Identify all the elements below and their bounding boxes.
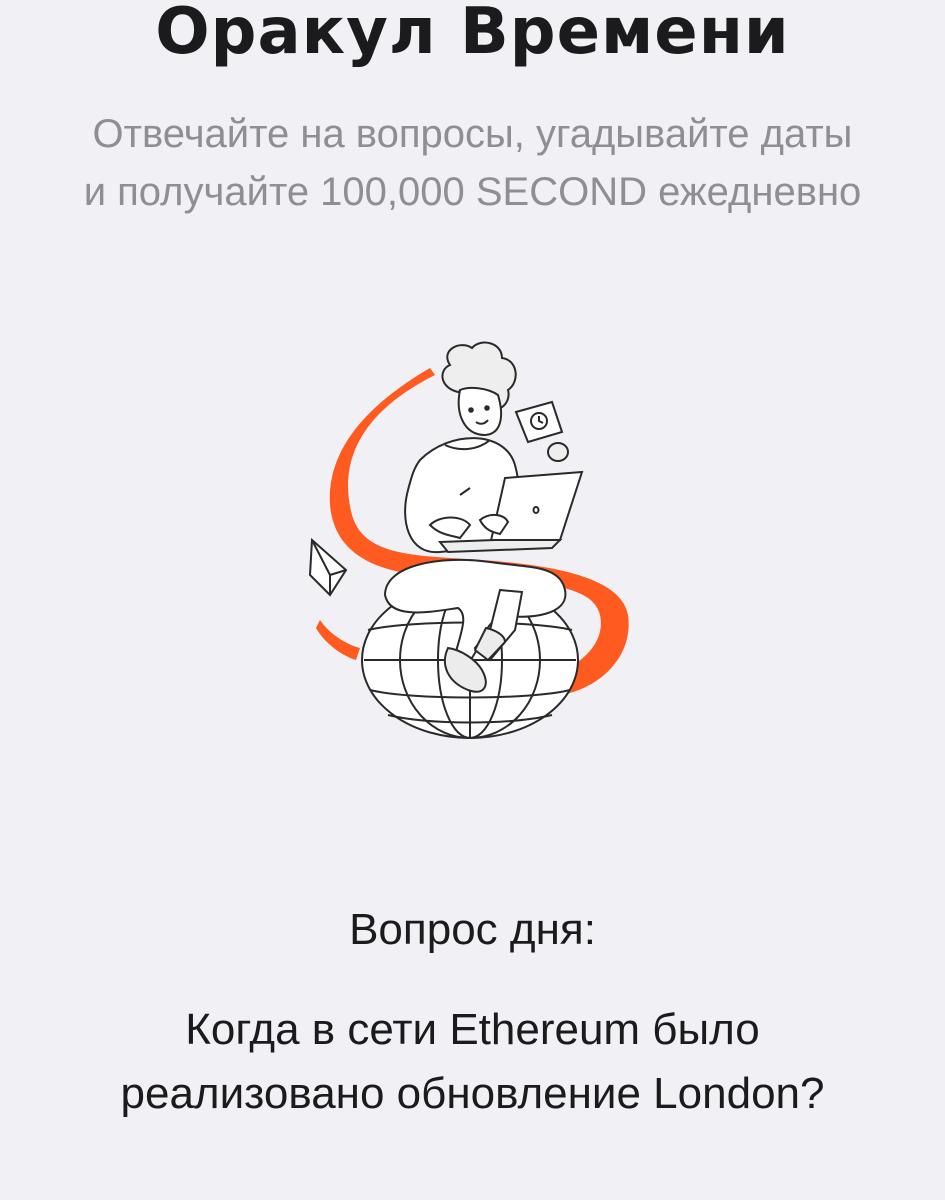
coin-icon bbox=[547, 442, 569, 462]
subtitle-line-2: и получайте 100,000 SECOND ежедневно bbox=[83, 170, 862, 214]
clock-icon bbox=[514, 400, 564, 444]
question-text: Когда в сети Ethereum было реализовано о… bbox=[0, 998, 945, 1126]
question-of-the-day-label: Вопрос дня: bbox=[349, 905, 596, 954]
page-title: Оракул Времени bbox=[155, 0, 790, 69]
question-line-1: Когда в сети Ethereum было bbox=[185, 1005, 760, 1054]
page-subtitle: Отвечайте на вопросы, угадывайте даты и … bbox=[0, 105, 945, 221]
subtitle-line-1: Отвечайте на вопросы, угадывайте даты bbox=[92, 112, 853, 156]
person-head bbox=[441, 341, 517, 437]
hero-illustration bbox=[290, 330, 660, 750]
orange-swoosh-tail bbox=[316, 620, 360, 660]
ethereum-icon bbox=[308, 537, 348, 597]
question-line-2: реализовано обновление London? bbox=[120, 1069, 825, 1118]
